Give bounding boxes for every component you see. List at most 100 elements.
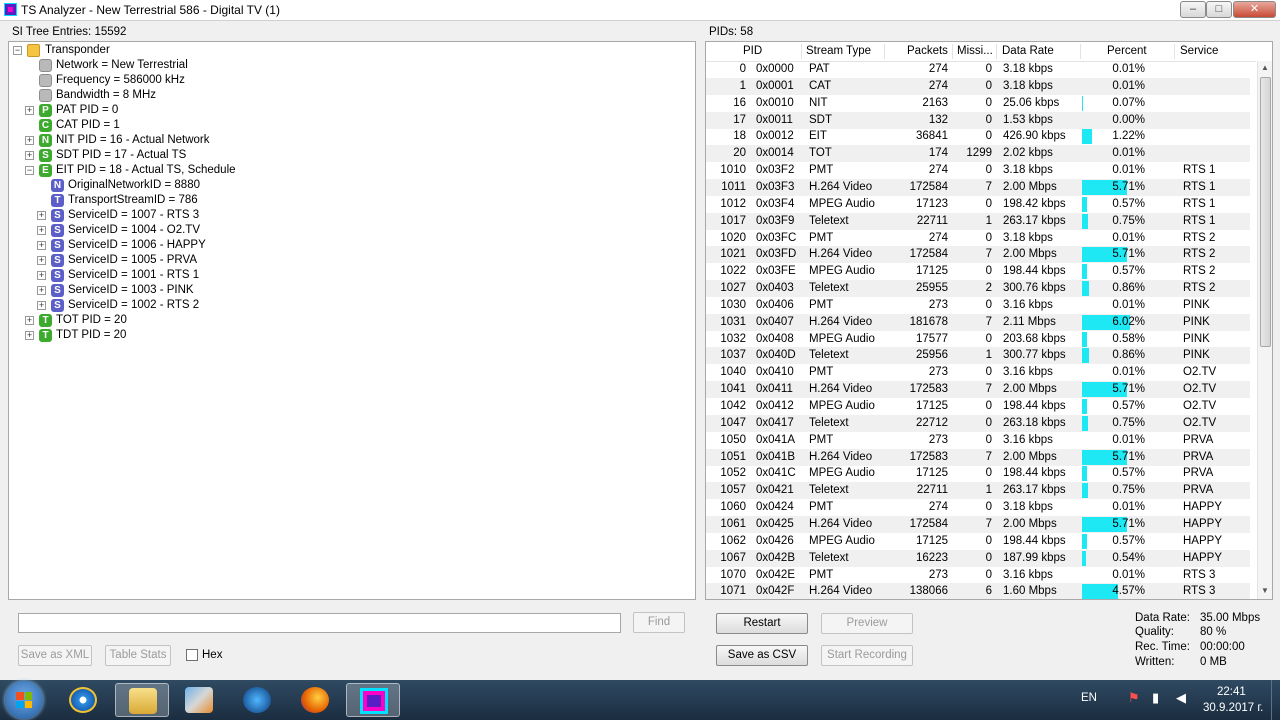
table-row[interactable]: 1032 0x0408 MPEG Audio 17577 0 203.68 kbps 0.5… [706, 331, 1250, 348]
col-header-stream-type[interactable]: Stream Type [806, 45, 871, 57]
table-stats-button[interactable]: Table Stats [105, 645, 171, 666]
maximize-button[interactable]: □ [1206, 1, 1232, 18]
table-row[interactable]: 1052 0x041C MPEG Audio 17125 0 198.44 kbps 0.5… [706, 465, 1250, 482]
save-as-csv-button[interactable]: Save as CSV [716, 645, 808, 666]
table-row[interactable]: 1020 0x03FC PMT 274 0 3.18 kbps 0.01% RTS 2 [706, 230, 1250, 247]
tree-node[interactable]: + S ServiceID = 1002 - RTS 2 [9, 298, 689, 313]
expand-icon[interactable]: + [25, 136, 34, 145]
tree-node[interactable]: − Transponder [9, 43, 689, 58]
clock-date[interactable]: 30.9.2017 г. [1203, 702, 1263, 714]
hex-checkbox[interactable] [186, 649, 198, 661]
col-header-service[interactable]: Service [1180, 45, 1218, 57]
taskbar-maps[interactable] [172, 683, 226, 717]
table-row[interactable]: 0 0x0000 PAT 274 0 3.18 kbps 0.01% [706, 61, 1250, 78]
table-row[interactable]: 1021 0x03FD H.264 Video 172584 7 2.00 Mbps 5.7… [706, 246, 1250, 264]
close-button[interactable]: ✕ [1233, 1, 1276, 18]
scroll-thumb[interactable] [1260, 77, 1271, 347]
pid-table[interactable]: PID Stream Type Packets Missi... Data Ra… [705, 41, 1273, 600]
collapse-icon[interactable]: − [25, 166, 34, 175]
taskbar-internet-explorer[interactable] [56, 683, 110, 717]
table-row[interactable]: 1017 0x03F9 Teletext 22711 1 263.17 kbps 0.75%… [706, 212, 1250, 230]
language-indicator[interactable]: EN [1081, 692, 1097, 704]
expand-icon[interactable]: + [25, 151, 34, 160]
search-input[interactable] [18, 613, 621, 633]
table-row[interactable]: 1061 0x0425 H.264 Video 172584 7 2.00 Mbps 5.7… [706, 515, 1250, 533]
col-header-missing[interactable]: Missi... [957, 45, 993, 57]
col-header-packets[interactable]: Packets [907, 45, 948, 57]
table-row[interactable]: 1057 0x0421 Teletext 22711 1 263.17 kbps 0.75%… [706, 482, 1250, 500]
clock-time[interactable]: 22:41 [1217, 686, 1246, 698]
expand-icon[interactable]: + [25, 106, 34, 115]
tree-node[interactable]: − E EIT PID = 18 - Actual TS, Schedule [9, 163, 689, 178]
network-icon[interactable]: ▮ [1152, 690, 1159, 706]
table-row[interactable]: 1047 0x0417 Teletext 22712 0 263.18 kbps 0.75%… [706, 414, 1250, 432]
table-scrollbar[interactable]: ▲ ▼ [1257, 61, 1272, 599]
table-row[interactable]: 1042 0x0412 MPEG Audio 17125 0 198.44 kbps 0.5… [706, 398, 1250, 415]
tree-node[interactable]: + S ServiceID = 1001 - RTS 1 [9, 268, 689, 283]
save-as-xml-button[interactable]: Save as XML [18, 645, 92, 666]
scroll-down-icon[interactable]: ▼ [1261, 586, 1269, 595]
tree-node[interactable]: + S ServiceID = 1005 - PRVA [9, 253, 689, 268]
expand-icon[interactable]: + [37, 271, 46, 280]
expand-icon[interactable]: + [37, 226, 46, 235]
col-header-data-rate[interactable]: Data Rate [1002, 45, 1054, 57]
table-row[interactable]: 1070 0x042E PMT 273 0 3.16 kbps 0.01% RTS 3 [706, 567, 1250, 584]
taskbar-file-explorer[interactable] [115, 683, 169, 717]
table-row[interactable]: 1050 0x041A PMT 273 0 3.16 kbps 0.01% PRVA [706, 432, 1250, 449]
expand-icon[interactable]: + [25, 331, 34, 340]
tree-node[interactable]: C CAT PID = 1 [9, 118, 689, 133]
table-row[interactable]: 1011 0x03F3 H.264 Video 172584 7 2.00 Mbps 5.7… [706, 178, 1250, 196]
table-row[interactable]: 1037 0x040D Teletext 25956 1 300.77 kbps 0.86%… [706, 347, 1250, 365]
table-row[interactable]: 1060 0x0424 PMT 274 0 3.18 kbps 0.01% HAPPY [706, 499, 1250, 516]
table-row[interactable]: 1067 0x042B Teletext 16223 0 187.99 kbps 0.54%… [706, 549, 1250, 567]
table-row[interactable]: 1071 0x042F H.264 Video 138066 6 1.60 Mbps 4.5… [706, 583, 1250, 599]
tree-node[interactable]: + S ServiceID = 1007 - RTS 3 [9, 208, 689, 223]
taskbar-firefox[interactable] [288, 683, 342, 717]
expand-icon[interactable]: + [37, 241, 46, 250]
tree-node[interactable]: Network = New Terrestrial [9, 58, 689, 73]
tree-node[interactable]: T TransportStreamID = 786 [9, 193, 689, 208]
taskbar-ts-analyzer[interactable] [346, 683, 400, 717]
preview-button[interactable]: Preview [821, 613, 913, 634]
col-header-percent[interactable]: Percent [1107, 45, 1147, 57]
table-row[interactable]: 1031 0x0407 H.264 Video 181678 7 2.11 Mbps 6.0… [706, 313, 1250, 331]
tree-node[interactable]: + S ServiceID = 1004 - O2.TV [9, 223, 689, 238]
col-header-pid[interactable]: PID [743, 45, 762, 57]
table-row[interactable]: 1027 0x0403 Teletext 25955 2 300.76 kbps 0.86%… [706, 280, 1250, 298]
action-center-icon[interactable]: ⚑ [1128, 690, 1140, 706]
table-row[interactable]: 1041 0x0411 H.264 Video 172583 7 2.00 Mbps 5.7… [706, 381, 1250, 399]
taskbar-media-player[interactable] [230, 683, 284, 717]
show-desktop-button[interactable] [1271, 680, 1280, 720]
expand-icon[interactable]: + [37, 301, 46, 310]
minimize-button[interactable]: – [1180, 1, 1206, 18]
collapse-icon[interactable]: − [13, 46, 22, 55]
tree-node[interactable]: + S ServiceID = 1003 - PINK [9, 283, 689, 298]
table-row[interactable]: 1030 0x0406 PMT 273 0 3.16 kbps 0.01% PINK [706, 297, 1250, 314]
table-row[interactable]: 1040 0x0410 PMT 273 0 3.16 kbps 0.01% O2.TV [706, 364, 1250, 381]
tree-node[interactable]: Frequency = 586000 kHz [9, 73, 689, 88]
table-row[interactable]: 1051 0x041B H.264 Video 172583 7 2.00 Mbps 5.7… [706, 448, 1250, 466]
table-row[interactable]: 16 0x0010 NIT 2163 0 25.06 kbps 0.07% [706, 95, 1250, 112]
expand-icon[interactable]: + [37, 256, 46, 265]
find-button[interactable]: Find [633, 612, 685, 633]
tree-node[interactable]: + P PAT PID = 0 [9, 103, 689, 118]
table-row[interactable]: 18 0x0012 EIT 36841 0 426.90 kbps 1.22% [706, 128, 1250, 145]
restart-button[interactable]: Restart [716, 613, 808, 634]
expand-icon[interactable]: + [25, 316, 34, 325]
si-tree[interactable]: − Transponder Network = New Terrestrial Fre… [8, 41, 696, 600]
table-row[interactable]: 17 0x0011 SDT 132 0 1.53 kbps 0.00% [706, 111, 1250, 129]
table-row[interactable]: 20 0x0014 TOT 174 1299 2.02 kbps 0.01% [706, 145, 1250, 163]
tree-node[interactable]: Bandwidth = 8 MHz [9, 88, 689, 103]
tree-node[interactable]: + S SDT PID = 17 - Actual TS [9, 148, 689, 163]
table-row[interactable]: 1012 0x03F4 MPEG Audio 17123 0 198.42 kbps 0.5… [706, 196, 1250, 213]
volume-icon[interactable]: ◀ [1176, 690, 1186, 706]
expand-icon[interactable]: + [37, 286, 46, 295]
table-row[interactable]: 1 0x0001 CAT 274 0 3.18 kbps 0.01% [706, 77, 1250, 95]
start-button[interactable] [5, 681, 43, 719]
expand-icon[interactable]: + [37, 211, 46, 220]
tree-node[interactable]: + N NIT PID = 16 - Actual Network [9, 133, 689, 148]
tree-node[interactable]: N OriginalNetworkID = 8880 [9, 178, 689, 193]
scroll-up-icon[interactable]: ▲ [1261, 63, 1269, 72]
tree-node[interactable]: + S ServiceID = 1006 - HAPPY [9, 238, 689, 253]
table-row[interactable]: 1062 0x0426 MPEG Audio 17125 0 198.44 kbps 0.5… [706, 533, 1250, 550]
